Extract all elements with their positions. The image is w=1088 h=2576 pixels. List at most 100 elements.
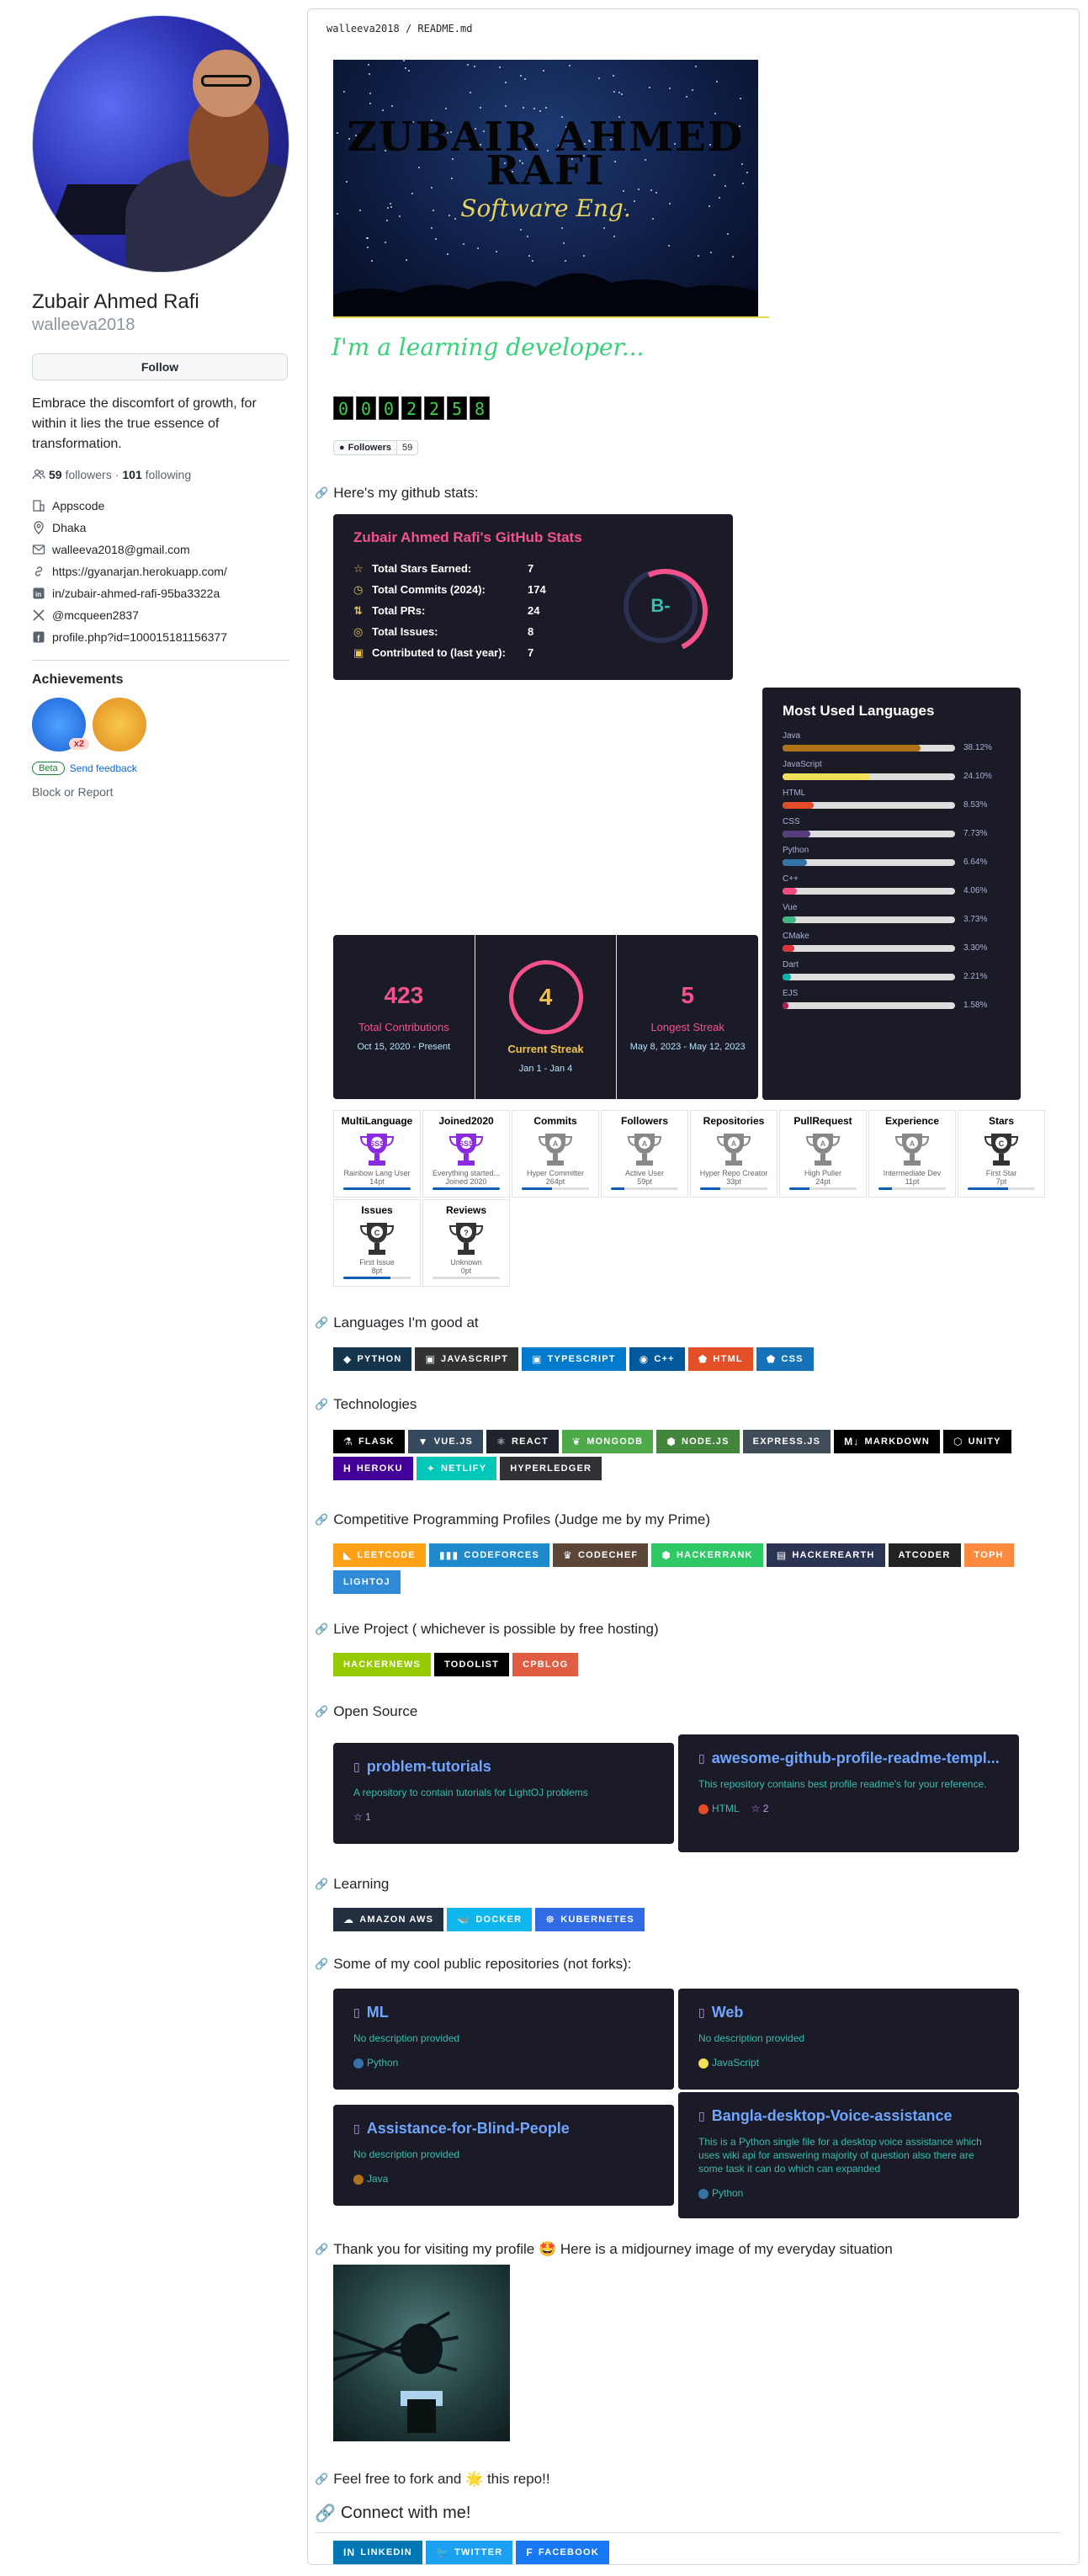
repo-card[interactable]: ▯ problem-tutorials A repository to contai… <box>333 1743 674 1844</box>
profile-email[interactable]: walleeva2018@gmail.com <box>32 539 289 560</box>
organization-icon <box>32 499 45 513</box>
github-followers-badge[interactable]: ● Followers 59 <box>333 440 419 455</box>
badge-todolist[interactable]: ToDoList <box>434 1653 510 1676</box>
badge-hackerearth[interactable]: ▤ HackerEarth <box>766 1543 885 1567</box>
badge-javascript[interactable]: ▣ JavaScript <box>415 1347 519 1371</box>
anchor-link-icon[interactable]: 🔗 <box>315 2243 328 2256</box>
avatar[interactable] <box>32 15 289 273</box>
badge-lightoj[interactable]: LightOJ <box>333 1570 401 1594</box>
anchor-link-icon[interactable]: 🔗 <box>315 2503 336 2524</box>
trophy-progress <box>343 1187 411 1190</box>
badge-docker[interactable]: 🐳 Docker <box>447 1908 533 1931</box>
badge-unity[interactable]: ⬡ Unity <box>942 1430 1011 1453</box>
readme-path-file[interactable]: README.md <box>417 23 472 35</box>
anchor-link-icon[interactable]: 🔗 <box>315 1705 328 1718</box>
badge-c-[interactable]: ◉ C++ <box>629 1347 685 1371</box>
trophy-reviews[interactable]: Reviews? Unknown 0pt <box>422 1199 510 1287</box>
repo-name[interactable]: ▯ ML <box>353 2004 654 2021</box>
followers-link[interactable]: 59 followers <box>49 468 112 481</box>
badge-toph[interactable]: TOPH <box>963 1543 1014 1567</box>
repo-card[interactable]: ▯ Web No description provided JavaScript <box>678 1989 1019 2090</box>
badge-heroku[interactable]: h Heroku <box>333 1457 413 1480</box>
badge-python[interactable]: ◆ Python <box>333 1347 412 1371</box>
trophy-stars[interactable]: Stars C First Star 7pt <box>958 1110 1045 1198</box>
badge-typescript[interactable]: ▣ TypeScript <box>522 1347 626 1371</box>
badge-amazon-aws[interactable]: ☁ Amazon AWS <box>333 1908 444 1931</box>
repo-language: JavaScript <box>698 2057 759 2069</box>
trophy-pullrequest[interactable]: PullRequest A High Puller 24pt <box>779 1110 867 1198</box>
repo-name[interactable]: ▯ problem-tutorials <box>353 1758 654 1776</box>
anchor-link-icon[interactable]: 🔗 <box>315 1398 328 1411</box>
repo-card[interactable]: ▯ awesome-github-profile-readme-templ... T… <box>678 1734 1019 1852</box>
readme-path-user[interactable]: walleeva2018 <box>326 23 400 35</box>
badge-hackernews[interactable]: HackerNews <box>333 1653 432 1676</box>
repo-card[interactable]: ▯ Assistance-for-Blind-People No descripti… <box>333 2105 674 2206</box>
badge-atcoder[interactable]: AtCoder <box>888 1543 961 1567</box>
profile-facebook[interactable]: f profile.php?id=100015181156377 <box>32 626 289 648</box>
trophy-repositories[interactable]: Repositories A Hyper Repo Creator 33pt <box>690 1110 778 1198</box>
badge-hackerrank[interactable]: ⬢ HackerRank <box>651 1543 763 1567</box>
badge-twitter[interactable]: 🐦 Twitter <box>425 2541 513 2564</box>
badge-flask[interactable]: ⚗ Flask <box>333 1430 405 1453</box>
streak-stats-card[interactable]: 423 Total Contributions Oct 15, 2020 - P… <box>333 935 758 1099</box>
anchor-link-icon[interactable]: 🔗 <box>315 1316 328 1330</box>
anchor-link-icon[interactable]: 🔗 <box>315 1623 328 1636</box>
badge-cpblog[interactable]: CPBlog <box>512 1653 579 1676</box>
badge-node-js[interactable]: ⬢ Node.js <box>656 1430 740 1453</box>
language-dot <box>353 2174 364 2185</box>
badge-netlify[interactable]: ✦ Netlify <box>416 1457 497 1480</box>
repo-name[interactable]: ▯ Bangla-desktop-Voice-assistance <box>698 2107 999 2125</box>
repo-name[interactable]: ▯ Assistance-for-Blind-People <box>353 2120 654 2138</box>
github-stats-card[interactable]: Zubair Ahmed Rafi's GitHub Stats ☆ Total … <box>333 514 733 680</box>
badge-markdown[interactable]: M↓ Markdown <box>834 1430 940 1453</box>
achievement-badge-quickdraw[interactable] <box>93 698 146 752</box>
follow-button[interactable]: Follow <box>32 353 288 380</box>
trophy-commits[interactable]: Commits A Hyper Committer 264pt <box>512 1110 599 1198</box>
anchor-link-icon[interactable]: 🔗 <box>315 2472 328 2486</box>
badge-css[interactable]: ⬟ CSS <box>756 1347 814 1371</box>
language-dot <box>698 1803 709 1814</box>
trophy-name: Repositories <box>703 1115 765 1127</box>
badge-leetcode[interactable]: ◣ LeetCode <box>333 1543 426 1567</box>
badge-mongodb[interactable]: ❦ MongoDB <box>561 1430 654 1453</box>
github-icon: ● <box>339 443 345 453</box>
badge-express-js[interactable]: Express.js <box>742 1430 831 1453</box>
following-link[interactable]: 101 following <box>122 468 191 481</box>
anchor-link-icon[interactable]: 🔗 <box>315 1878 328 1891</box>
profile-twitter[interactable]: @mcqueen2837 <box>32 604 289 626</box>
trophy-joined2020[interactable]: Joined2020 SSS Everything started... Joined… <box>422 1110 510 1198</box>
trophy-issues[interactable]: Issues C First Issue 8pt <box>333 1199 421 1287</box>
repo-card[interactable]: ▯ Bangla-desktop-Voice-assistance This is … <box>678 2092 1019 2218</box>
badge-html[interactable]: ⬟ HTML <box>687 1347 753 1371</box>
trophy-followers[interactable]: Followers A Active User 59pt <box>601 1110 688 1198</box>
repo-name[interactable]: ▯ awesome-github-profile-readme-templ... <box>698 1750 999 1767</box>
anchor-link-icon[interactable]: 🔗 <box>315 486 328 500</box>
block-or-report-link[interactable]: Block or Report <box>32 785 289 799</box>
midjourney-image[interactable] <box>333 2265 510 2441</box>
top-languages-card[interactable]: Most Used Languages Java 38.12% JavaScript… <box>762 688 1021 1100</box>
language-bar-track <box>783 801 955 809</box>
repo-card[interactable]: ▯ ML No description provided Python <box>333 1989 674 2090</box>
location-icon <box>32 521 45 534</box>
trophy-experience[interactable]: Experience A Intermediate Dev 11pt <box>868 1110 956 1198</box>
trophy-multilanguage[interactable]: MultiLanguage SSS Rainbow Lang User 14pt <box>333 1110 421 1198</box>
achievement-badge-pull-shark[interactable]: x2 <box>32 698 89 752</box>
anchor-link-icon[interactable]: 🔗 <box>315 1957 328 1971</box>
badge-kubernetes[interactable]: ☸ Kubernetes <box>535 1908 645 1931</box>
profile-website[interactable]: https://gyanarjan.herokuapp.com/ <box>32 560 289 582</box>
badge-linkedin[interactable]: in LinkedIn <box>333 2541 422 2564</box>
trophy-grid[interactable]: MultiLanguage SSS Rainbow Lang User 14pt Joi… <box>333 1110 1065 1287</box>
badge-vue-js[interactable]: ▼ Vue.js <box>407 1430 484 1453</box>
send-feedback-link[interactable]: Send feedback <box>70 762 137 774</box>
achievements-heading[interactable]: Achievements <box>32 672 289 688</box>
profile-linkedin[interactable]: in in/zubair-ahmed-rafi-95ba3322a <box>32 582 289 604</box>
badge-hyperledger[interactable]: Hyperledger <box>500 1457 602 1480</box>
badge-facebook[interactable]: f Facebook <box>516 2541 609 2564</box>
badge-codeforces[interactable]: ▮▮▮ Codeforces <box>428 1543 549 1567</box>
repo-name[interactable]: ▯ Web <box>698 2004 999 2021</box>
anchor-link-icon[interactable]: 🔗 <box>315 1513 328 1527</box>
badge-codechef[interactable]: ♛ CodeChef <box>552 1543 649 1567</box>
badge-react[interactable]: ⚛ React <box>486 1430 559 1453</box>
technology-badges: ⚗ Flask ▼ Vue.js ⚛ React ❦ MongoDB ⬢ Node.js Expre… <box>333 1430 1023 1480</box>
profile-full-name: Zubair Ahmed Rafi <box>32 290 199 313</box>
